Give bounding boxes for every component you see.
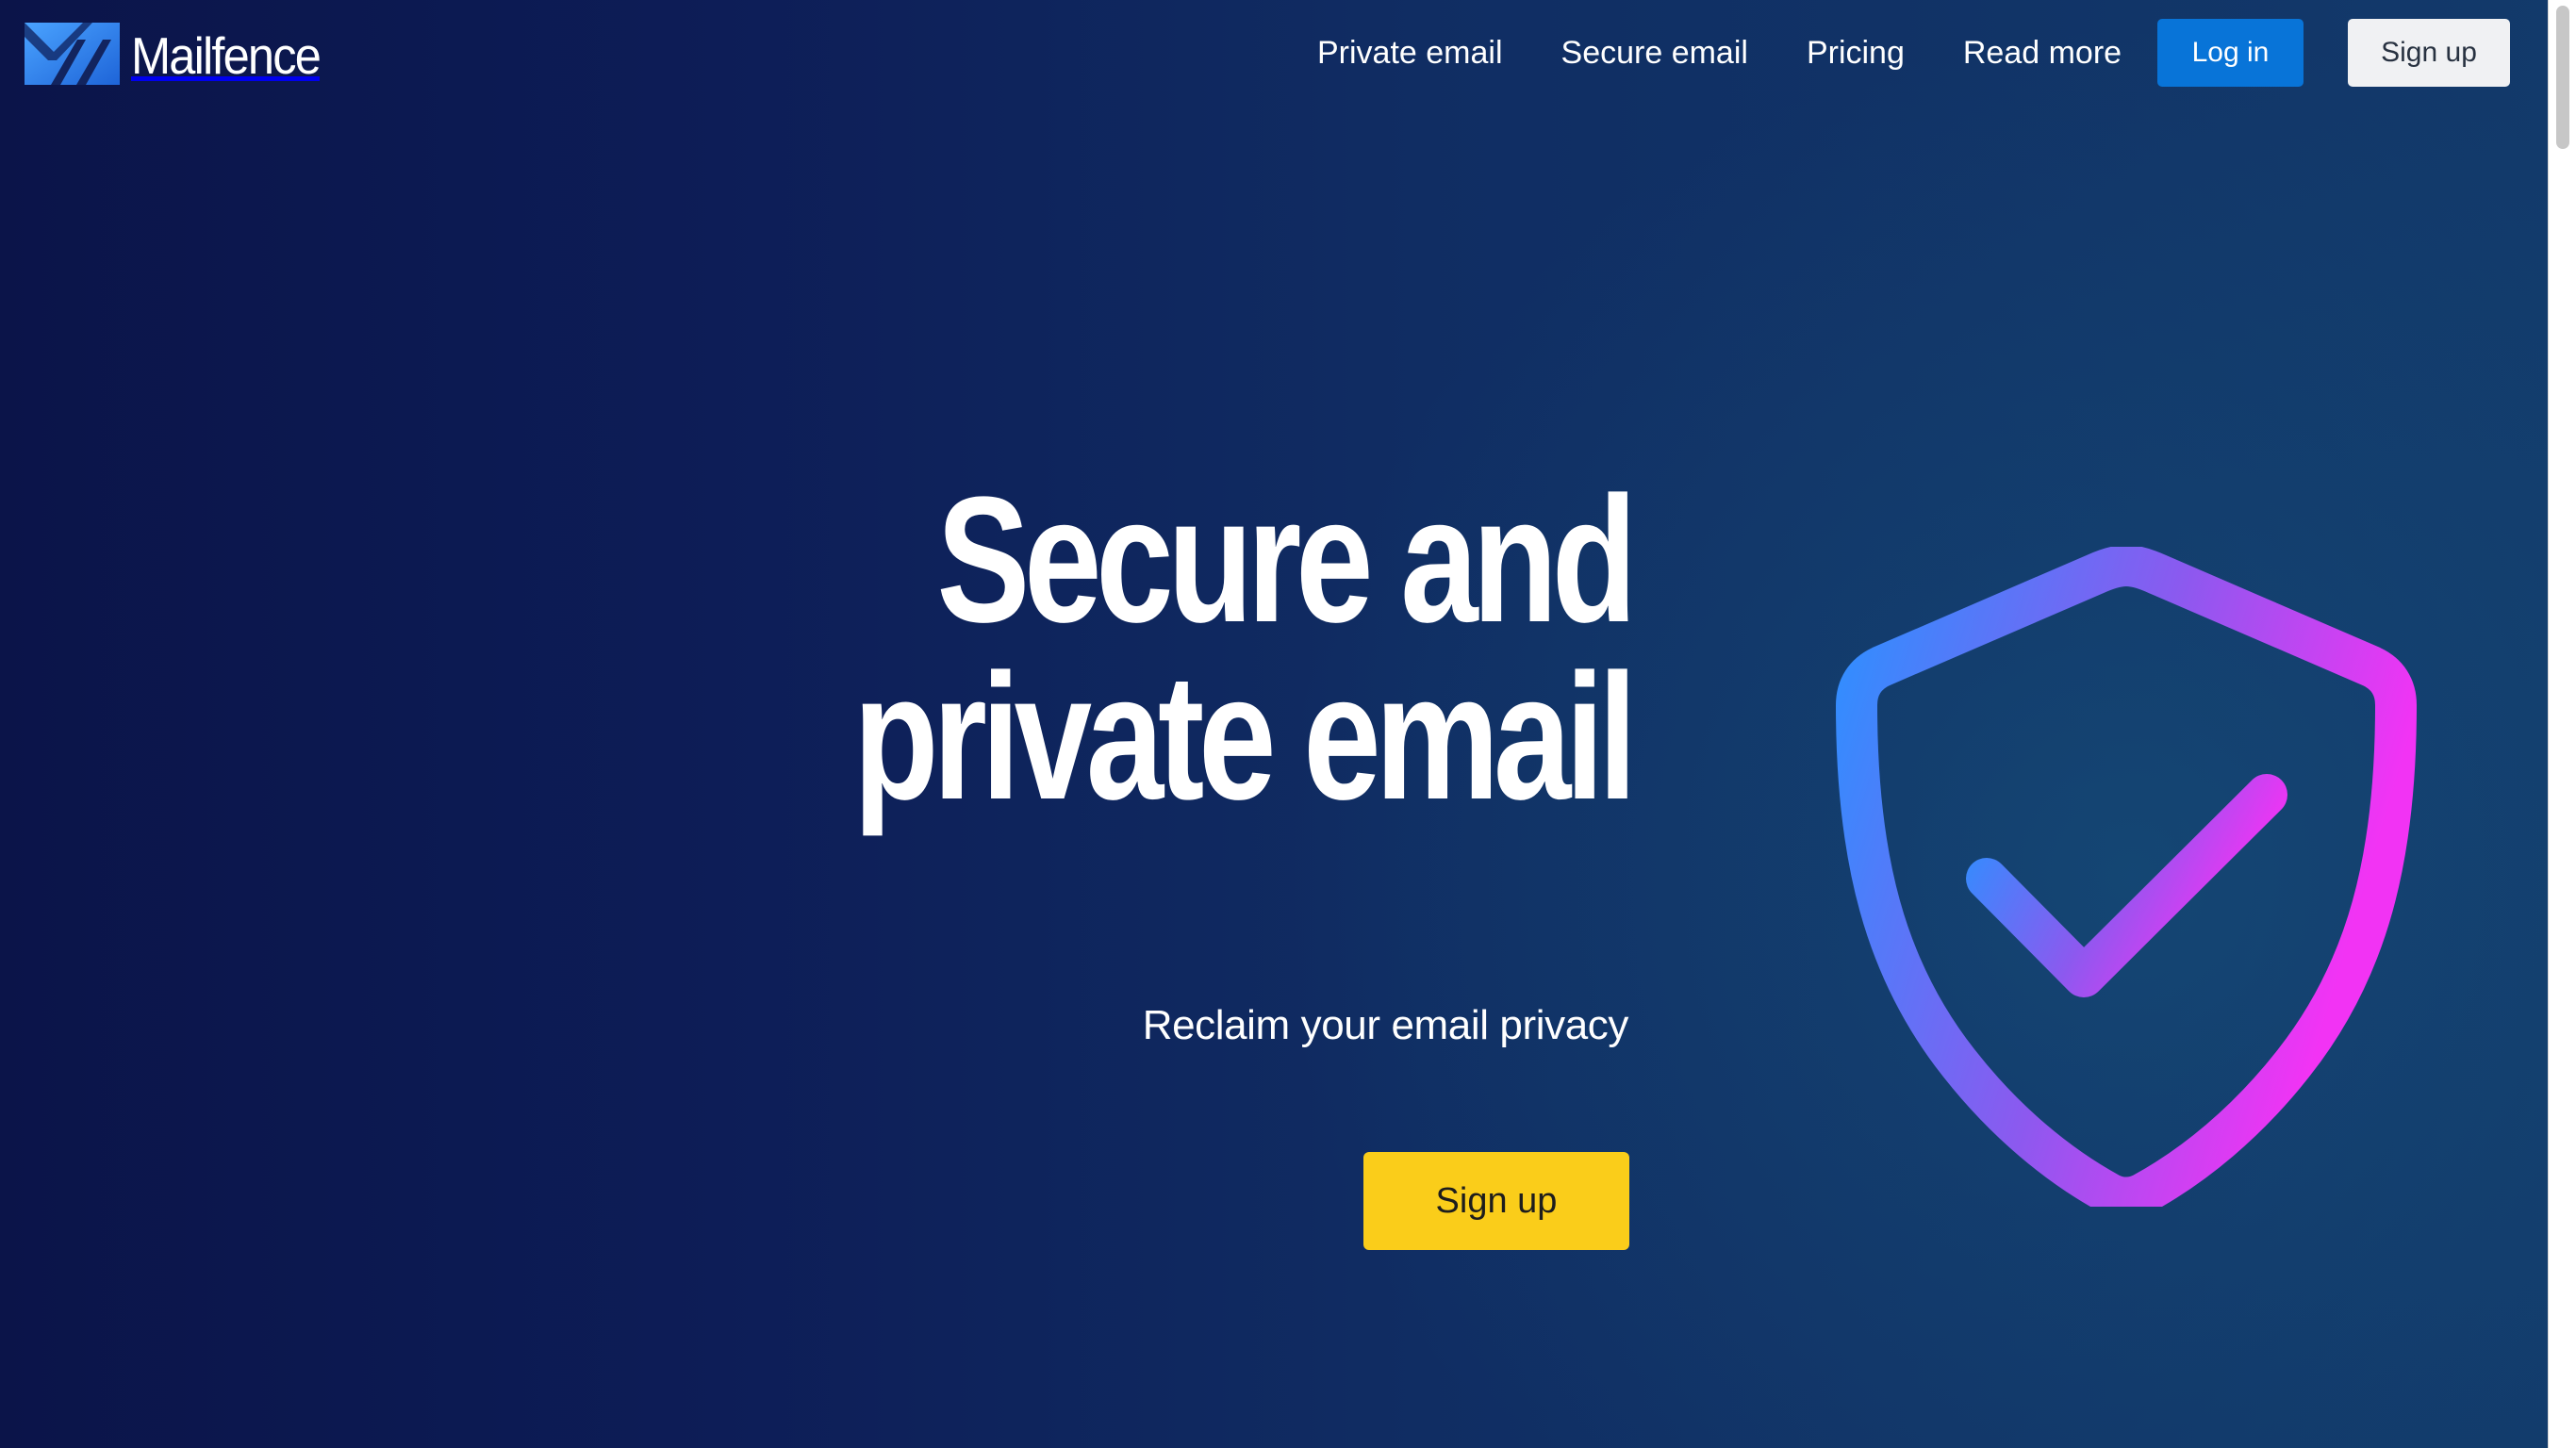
nav-secure-email[interactable]: Secure email [1561, 37, 1748, 69]
top-navigation: Mailfence Private email Secure email Pri… [0, 0, 2548, 107]
mailfence-mark-icon [25, 23, 120, 85]
login-button[interactable]: Log in [2157, 19, 2304, 87]
scrollbar-thumb[interactable] [2556, 6, 2569, 149]
nav-private-email[interactable]: Private email [1317, 37, 1503, 69]
hero-subtitle: Reclaim your email privacy [1142, 1002, 1629, 1048]
nav-read-more[interactable]: Read more [1963, 37, 2122, 69]
hero-signup-button[interactable]: Sign up [1363, 1152, 1629, 1250]
shield-check-icon [1836, 547, 2417, 1207]
mailfence-homepage: Mailfence Private email Secure email Pri… [0, 0, 2576, 1448]
nav-pricing[interactable]: Pricing [1807, 37, 1905, 69]
brand-name: Mailfence [131, 25, 322, 85]
vertical-scrollbar[interactable] [2548, 0, 2576, 1448]
brand-logo-link[interactable]: Mailfence [25, 21, 336, 87]
header-signup-button[interactable]: Sign up [2348, 19, 2510, 87]
hero-title: Secure and private email [852, 460, 1637, 838]
main-nav: Private email Secure email Pricing Read … [1317, 19, 2122, 87]
shield-illustration [1820, 547, 2433, 1207]
